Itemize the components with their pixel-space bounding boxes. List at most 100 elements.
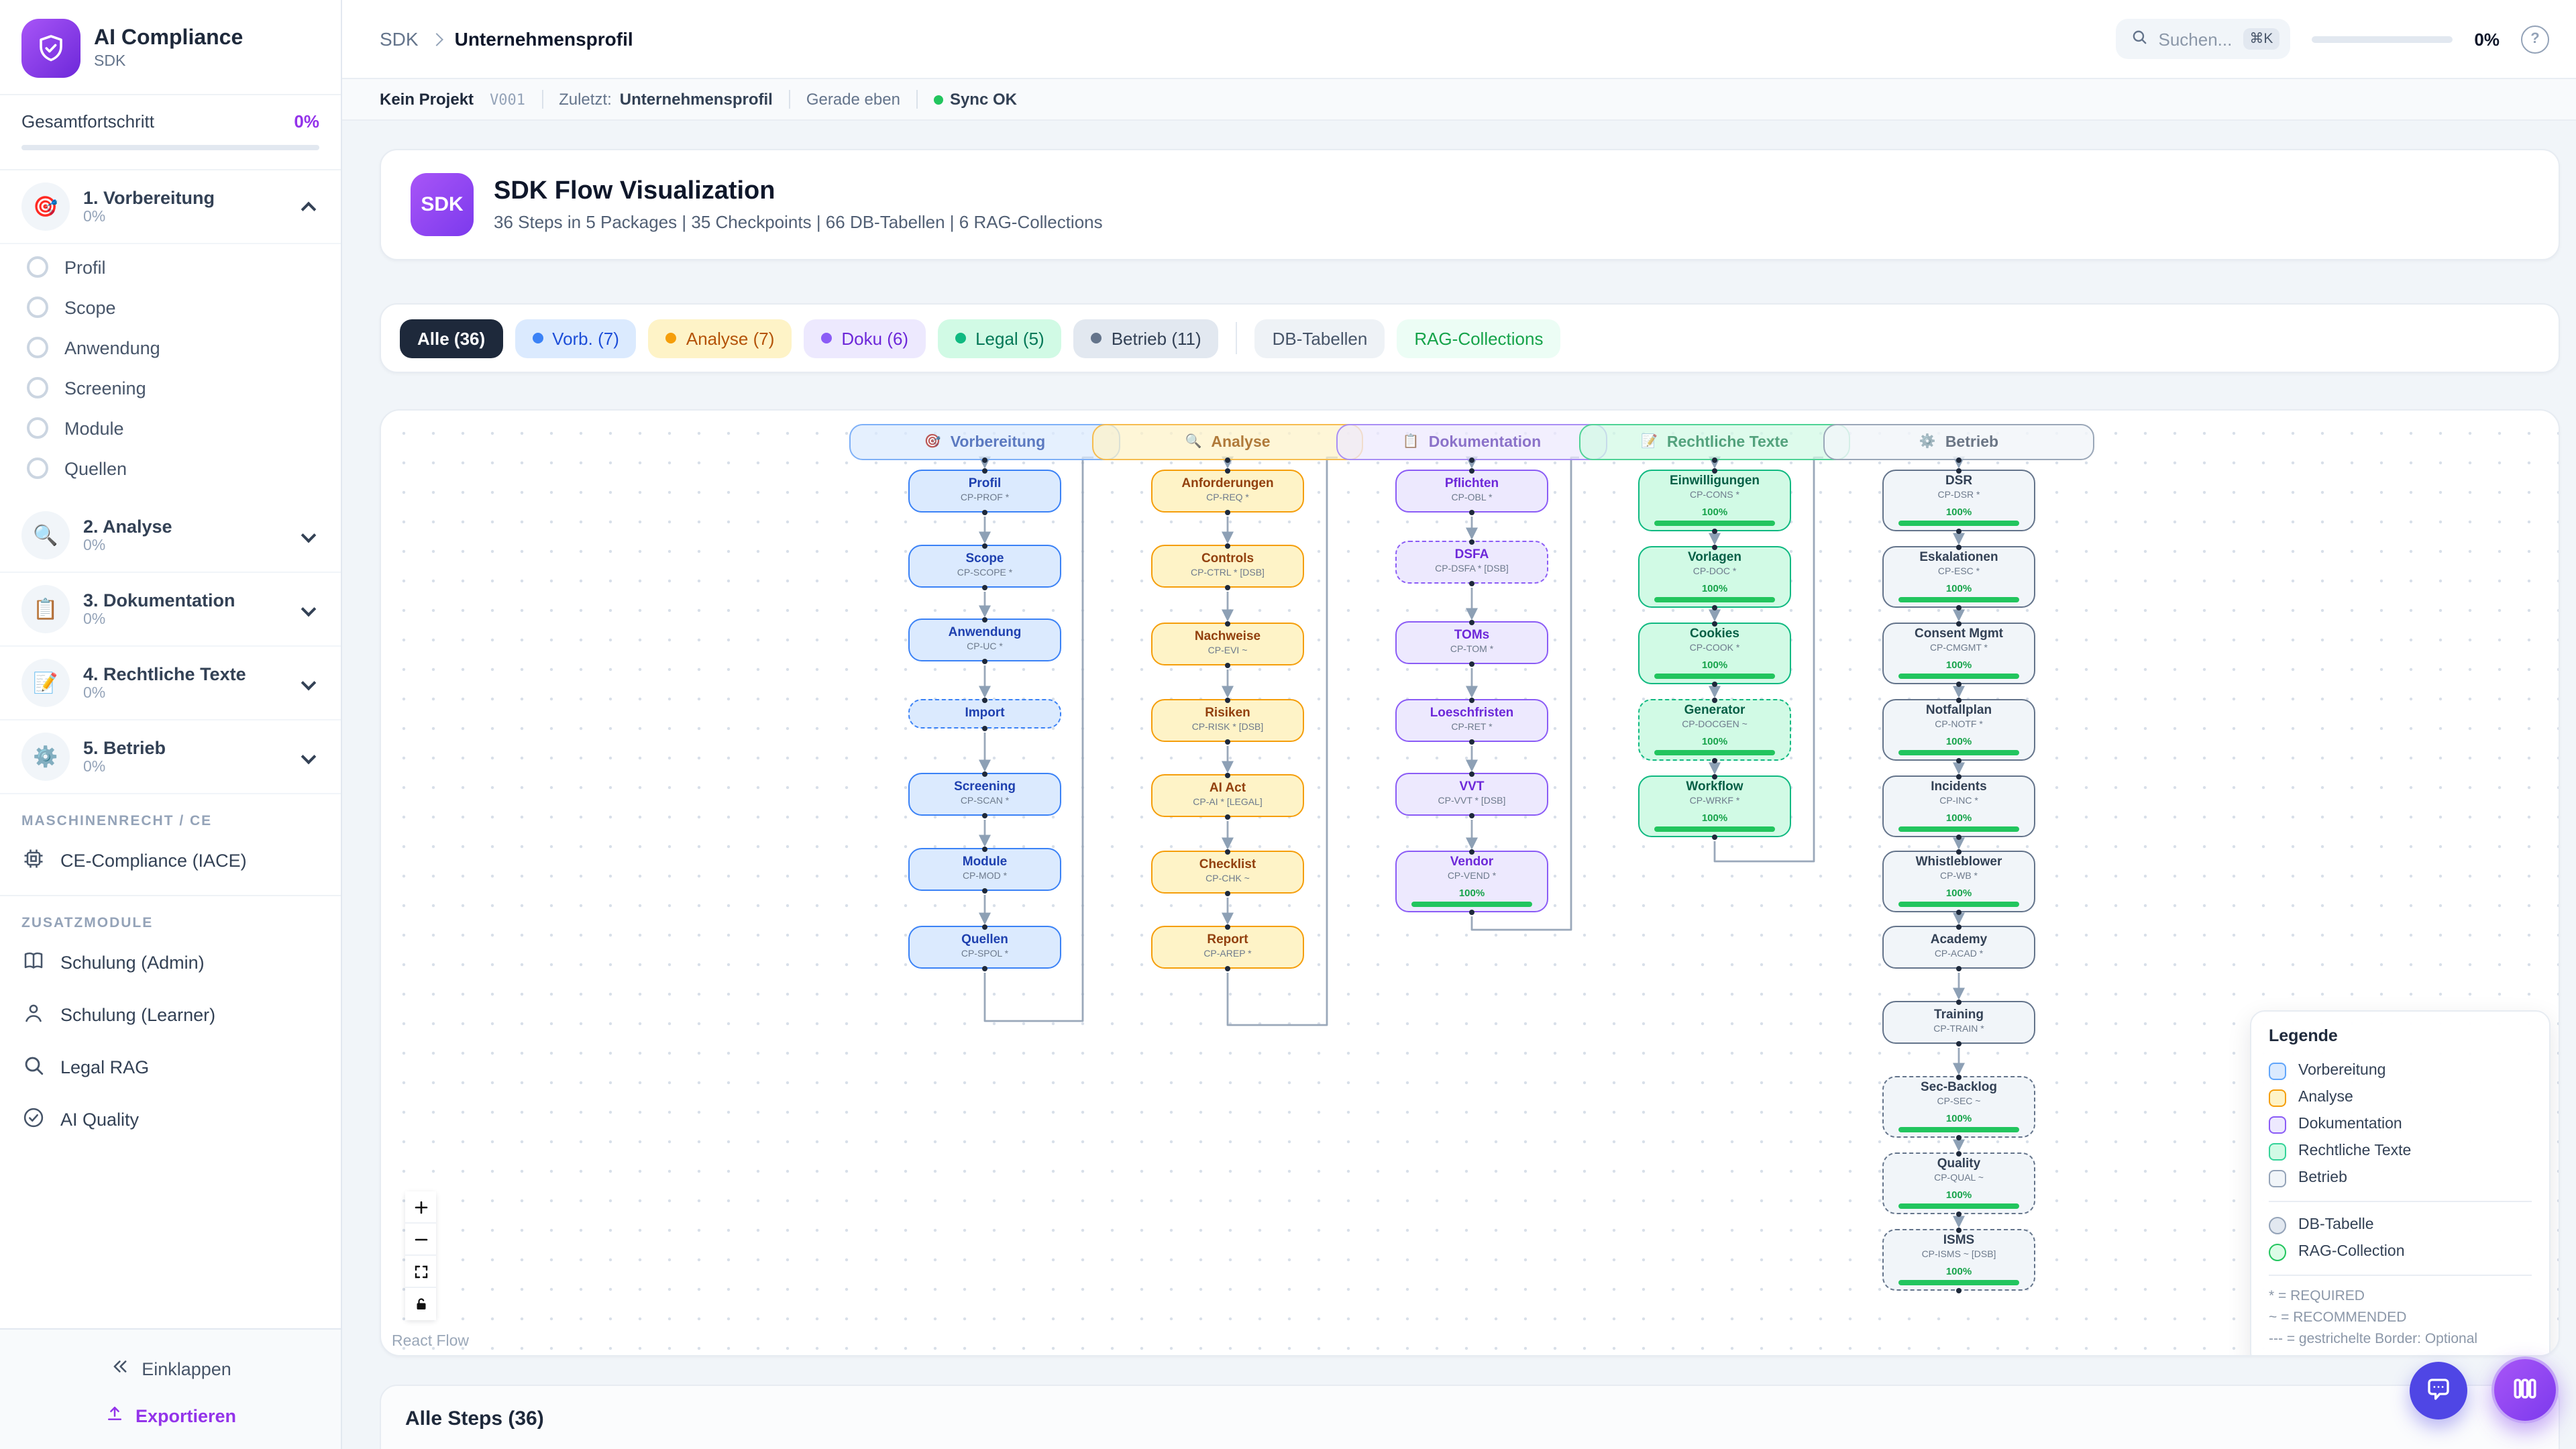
divider	[789, 90, 790, 109]
sidebar-item-label: Legal RAG	[60, 1057, 149, 1077]
filter-chip-db[interactable]: DB-Tabellen	[1255, 319, 1385, 358]
package-header-label: Vorbereitung	[951, 434, 1045, 450]
flow-node-incidents[interactable]: IncidentsCP-INC *100%	[1882, 775, 2035, 837]
flow-node-screening[interactable]: ScreeningCP-SCAN *	[908, 773, 1061, 816]
package-icon: 🎯	[21, 182, 70, 231]
flow-package-header-dokumentation[interactable]: 📋Dokumentation	[1336, 424, 1607, 460]
flow-node-loeschfristen[interactable]: LoeschfristenCP-RET *	[1395, 699, 1548, 742]
flow-node-anforderungen[interactable]: AnforderungenCP-REQ *	[1151, 470, 1304, 513]
sidebar-item-ce-compliance[interactable]: CE-Compliance (IACE)	[0, 835, 341, 887]
sidebar-package-2[interactable]: 🔍2. Analyse0%	[0, 499, 341, 573]
sync-status: Sync OK	[934, 90, 1017, 109]
flow-node-profil[interactable]: ProfilCP-PROF *	[908, 470, 1061, 513]
sidebar-item-legal-rag[interactable]: Legal RAG	[0, 1041, 341, 1093]
flow-node-risiken[interactable]: RisikenCP-RISK * [DSB]	[1151, 699, 1304, 742]
sidebar-step-profil[interactable]: Profil	[0, 247, 341, 287]
chat-fab-button[interactable]	[2410, 1362, 2467, 1419]
sidebar-item-schulung-learner-[interactable]: Schulung (Learner)	[0, 989, 341, 1041]
sidebar-package-3[interactable]: 📋3. Dokumentation0%	[0, 573, 341, 647]
sidebar-package-1[interactable]: 🎯 1. Vorbereitung0%	[0, 170, 341, 244]
flow-package-header-analyse[interactable]: 🔍Analyse	[1092, 424, 1363, 460]
sidebar-item-schulung-admin-[interactable]: Schulung (Admin)	[0, 936, 341, 989]
flow-node-ai-act[interactable]: AI ActCP-AI * [LEGAL]	[1151, 774, 1304, 817]
export-button[interactable]: Exportieren	[0, 1391, 341, 1430]
package-text: 3. Dokumentation0%	[83, 590, 290, 628]
flow-canvas[interactable]: Legende VorbereitungAnalyseDokumentation…	[380, 409, 2560, 1356]
node-progress-bar	[1655, 826, 1775, 831]
node-code: CP-AI * [LEGAL]	[1193, 798, 1263, 810]
sidebar-step-scope[interactable]: Scope	[0, 287, 341, 327]
flow-node-quality[interactable]: QualityCP-QUAL ~100%	[1882, 1152, 2035, 1214]
package-header-icon: ⚙️	[1919, 435, 1936, 449]
flow-node-import[interactable]: Import	[908, 699, 1061, 729]
filter-chip-vorb[interactable]: Vorb. (7)	[515, 319, 637, 358]
app-window: AI Compliance SDK Gesamtfortschritt 0% 🎯…	[0, 0, 2576, 1449]
flow-node-cookies[interactable]: CookiesCP-COOK *100%	[1638, 623, 1791, 684]
flow-node-notfallplan[interactable]: NotfallplanCP-NOTF *100%	[1882, 699, 2035, 761]
flow-node-whistleblower[interactable]: WhistleblowerCP-WB *100%	[1882, 851, 2035, 912]
flow-node-generator[interactable]: GeneratorCP-DOCGEN ~100%	[1638, 699, 1791, 761]
filter-chip-doku[interactable]: Doku (6)	[804, 319, 926, 358]
flow-node-vorlagen[interactable]: VorlagenCP-DOC *100%	[1638, 546, 1791, 608]
flow-node-dsfa[interactable]: DSFACP-DSFA * [DSB]	[1395, 541, 1548, 584]
flow-node-vvt[interactable]: VVTCP-VVT * [DSB]	[1395, 773, 1548, 816]
flow-node-checklist[interactable]: ChecklistCP-CHK ~	[1151, 851, 1304, 894]
filter-chip-rag[interactable]: RAG-Collections	[1397, 319, 1560, 358]
flow-node-scope[interactable]: ScopeCP-SCOPE *	[908, 545, 1061, 588]
fit-view-button[interactable]	[405, 1256, 436, 1288]
flow-node-isms[interactable]: ISMSCP-ISMS ~ [DSB]100%	[1882, 1229, 2035, 1291]
sidebar-step-quellen[interactable]: Quellen	[0, 448, 341, 488]
help-icon[interactable]: ?	[2521, 25, 2549, 53]
sidebar-step-screening[interactable]: Screening	[0, 368, 341, 408]
filter-chip-analyse[interactable]: Analyse (7)	[649, 319, 792, 358]
flow-node-eskalationen[interactable]: EskalationenCP-ESC *100%	[1882, 546, 2035, 608]
collapse-sidebar-button[interactable]: Einklappen	[0, 1346, 341, 1391]
legend-item-betrieb: Betrieb	[2269, 1165, 2532, 1191]
panel-toggle-fab-button[interactable]	[2491, 1356, 2559, 1424]
node-code: CP-CONS *	[1690, 492, 1739, 503]
flow-node-einwilligungen[interactable]: EinwilligungenCP-CONS *100%	[1638, 470, 1791, 531]
flow-package-header-betrieb[interactable]: ⚙️Betrieb	[1823, 424, 2094, 460]
breadcrumb-root[interactable]: SDK	[380, 28, 419, 50]
flow-node-workflow[interactable]: WorkflowCP-WRKF *100%	[1638, 775, 1791, 837]
package-percent: 0%	[83, 612, 290, 628]
sidebar-step-anwendung[interactable]: Anwendung	[0, 327, 341, 368]
flow-node-module[interactable]: ModuleCP-MOD *	[908, 848, 1061, 891]
package-header-icon: 🎯	[924, 435, 941, 449]
status-bar: Kein Projekt V001 Zuletzt: Unternehmensp…	[342, 79, 2576, 121]
filter-chip-all[interactable]: Alle (36)	[400, 319, 502, 358]
zoom-in-button[interactable]	[405, 1191, 436, 1224]
flow-node-vendor[interactable]: VendorCP-VEND *100%	[1395, 851, 1548, 912]
flow-node-quellen[interactable]: QuellenCP-SPOL *	[908, 926, 1061, 969]
lock-toggle-button[interactable]	[405, 1288, 436, 1320]
flow-node-report[interactable]: ReportCP-AREP *	[1151, 926, 1304, 969]
flow-node-pflichten[interactable]: PflichtenCP-OBL *	[1395, 470, 1548, 513]
legend-square-swatch	[2269, 1089, 2286, 1106]
node-progress-value: 100%	[1702, 582, 1727, 594]
sidebar-item-ai-quality[interactable]: AI Quality	[0, 1093, 341, 1146]
search-input[interactable]: Suchen... ⌘K	[2116, 19, 2291, 59]
flow-node-sec-backlog[interactable]: Sec-BacklogCP-SEC ~100%	[1882, 1076, 2035, 1138]
filter-chip-legal[interactable]: Legal (5)	[938, 319, 1062, 358]
package-label: 1. Vorbereitung	[83, 188, 290, 208]
flow-node-dsr[interactable]: DSRCP-DSR *100%	[1882, 470, 2035, 531]
flow-node-anwendung[interactable]: AnwendungCP-UC *	[908, 619, 1061, 661]
flow-package-header-rechtliche-texte[interactable]: 📝Rechtliche Texte	[1579, 424, 1850, 460]
flow-package-header-vorbereitung[interactable]: 🎯 Vorbereitung	[849, 424, 1120, 460]
node-title: Nachweise	[1195, 631, 1260, 645]
flow-node-consent-mgmt[interactable]: Consent MgmtCP-CMGMT *100%	[1882, 623, 2035, 684]
page-subtitle: 36 Steps in 5 Packages | 35 Checkpoints …	[494, 212, 1103, 232]
sidebar-step-module[interactable]: Module	[0, 408, 341, 448]
filter-chip-betrieb[interactable]: Betrieb (11)	[1074, 319, 1219, 358]
sidebar-package-4[interactable]: 📝4. Rechtliche Texte0%	[0, 647, 341, 720]
flow-node-academy[interactable]: AcademyCP-ACAD *	[1882, 926, 2035, 969]
flow-node-controls[interactable]: ControlsCP-CTRL * [DSB]	[1151, 545, 1304, 588]
flow-node-training[interactable]: TrainingCP-TRAIN *	[1882, 1001, 2035, 1044]
flow-node-toms[interactable]: TOMsCP-TOM *	[1395, 621, 1548, 664]
sidebar-package-5[interactable]: ⚙️5. Betrieb0%	[0, 720, 341, 794]
package-percent: 0%	[83, 209, 290, 225]
package-header-icon: 📝	[1641, 435, 1658, 449]
flow-node-nachweise[interactable]: NachweiseCP-EVI ~	[1151, 623, 1304, 665]
zoom-out-button[interactable]	[405, 1224, 436, 1256]
legend-item-dokumentation: Dokumentation	[2269, 1111, 2532, 1138]
